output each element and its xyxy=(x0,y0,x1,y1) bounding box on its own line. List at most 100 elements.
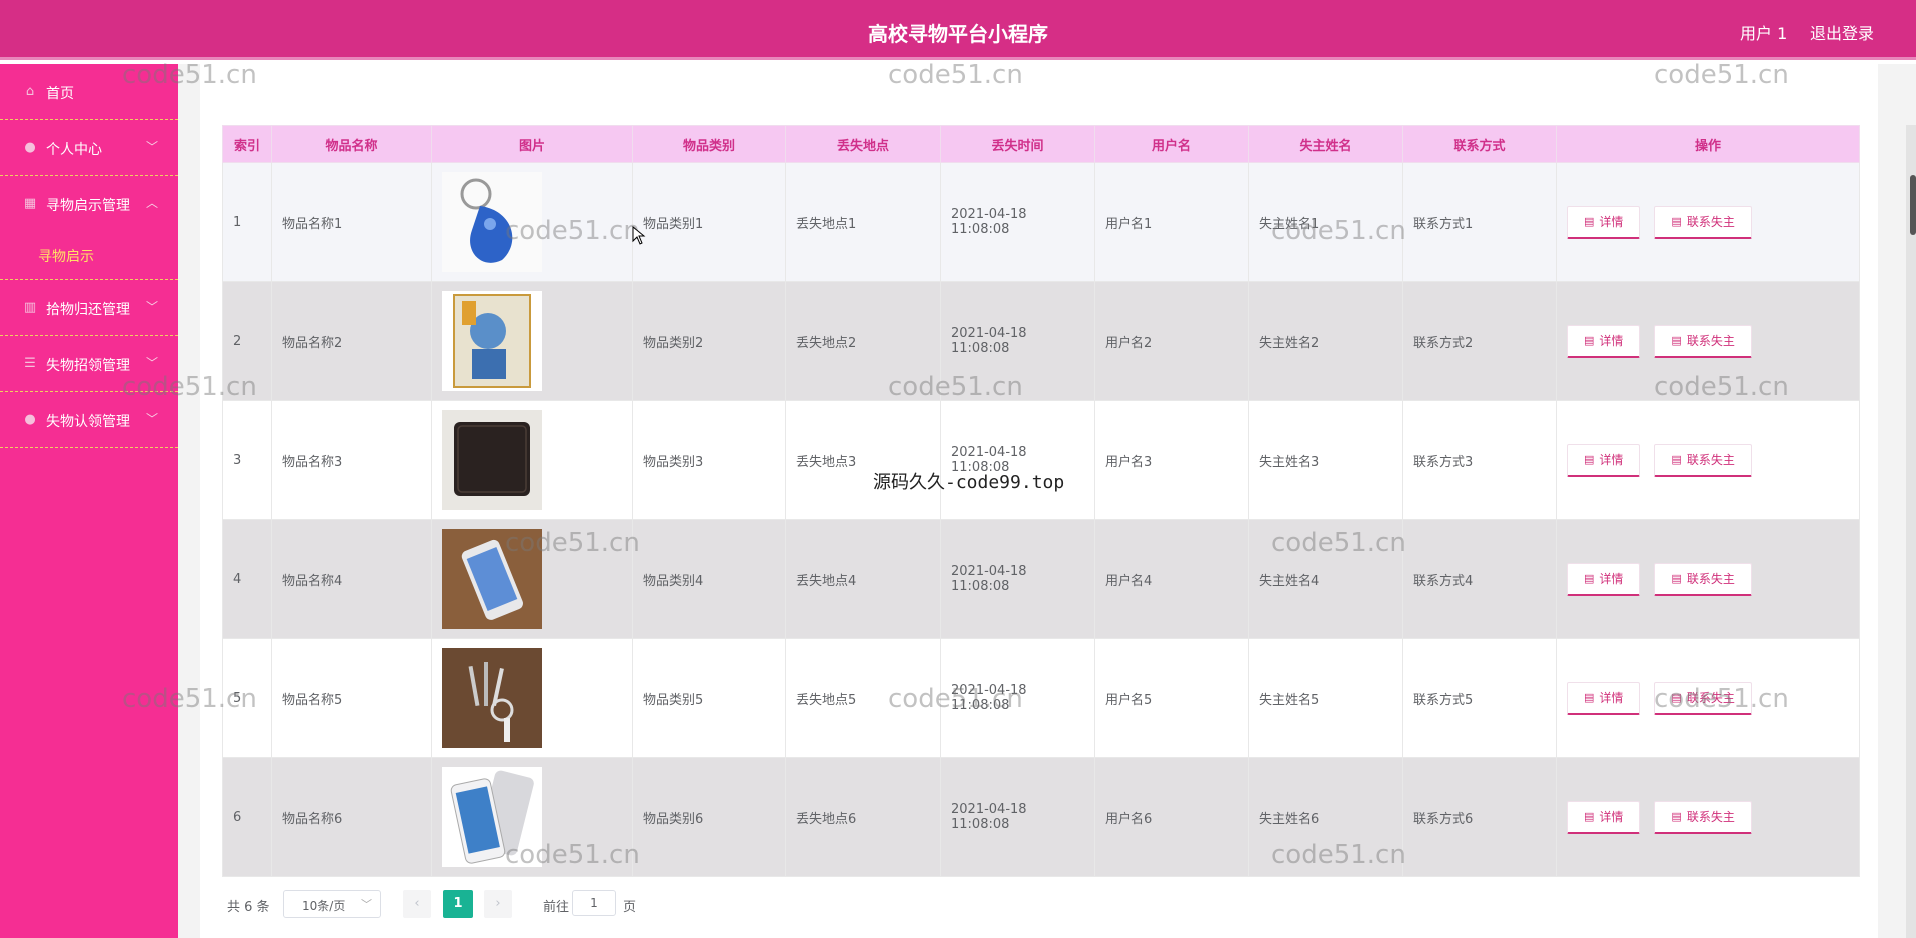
cell-category: 物品类别3 xyxy=(632,400,786,520)
cell-contact: 联系方式5 xyxy=(1402,638,1557,758)
cell-owner: 失主姓名4 xyxy=(1248,519,1403,639)
contact-owner-button-label: 联系失主 xyxy=(1686,572,1735,586)
column-header[interactable]: 物品名称 xyxy=(271,125,432,163)
cell-actions: ▤ 详情 ▤ 联系失主 xyxy=(1556,400,1860,520)
contact-owner-button[interactable]: ▤ 联系失主 xyxy=(1654,681,1752,715)
detail-button[interactable]: ▤ 详情 xyxy=(1567,800,1641,834)
cell-category: 物品类别5 xyxy=(632,638,786,758)
sidebar-item-personal-center[interactable]: ● 个人中心 ﹀ xyxy=(0,120,178,176)
cell-username: 用户名1 xyxy=(1094,162,1249,282)
sidebar-item-lost-found-management[interactable]: ☰ 失物招领管理 ﹀ xyxy=(0,336,178,392)
cell-place: 丢失地点2 xyxy=(785,281,941,401)
table-row[interactable]: 3 物品名称3 物品类别3 丢失地点3 2021-04-18 11:08:08 … xyxy=(222,400,1860,520)
contact-owner-button-label: 联系失主 xyxy=(1686,215,1735,229)
document-icon: ▤ xyxy=(1584,572,1595,585)
cell-image xyxy=(431,281,633,401)
cell-item-name: 物品名称1 xyxy=(271,162,432,282)
document-icon: ▤ xyxy=(1671,334,1682,347)
cell-owner: 失主姓名2 xyxy=(1248,281,1403,401)
page-size-select[interactable]: 10条/页 ﹀ xyxy=(283,890,381,918)
sidebar-item-claim-management[interactable]: ● 失物认领管理 ﹀ xyxy=(0,392,178,448)
column-header[interactable]: 图片 xyxy=(431,125,633,163)
column-header[interactable]: 索引 xyxy=(222,125,272,163)
contact-owner-button[interactable]: ▤ 联系失主 xyxy=(1654,205,1752,239)
scrollbar-track[interactable] xyxy=(1906,125,1916,938)
document-icon: ▤ xyxy=(1671,810,1682,823)
page-number-button[interactable]: 1 xyxy=(443,890,473,918)
cell-place: 丢失地点5 xyxy=(785,638,941,758)
item-image-blue-keyfob[interactable] xyxy=(442,172,542,272)
detail-button[interactable]: ▤ 详情 xyxy=(1567,443,1641,477)
goto-page-input[interactable] xyxy=(572,890,616,916)
next-page-button[interactable]: › xyxy=(484,890,512,918)
item-image-wallet[interactable] xyxy=(442,410,542,510)
column-header[interactable]: 丢失地点 xyxy=(785,125,941,163)
cell-place: 丢失地点3 xyxy=(785,400,941,520)
cell-image xyxy=(431,638,633,758)
detail-button-label: 详情 xyxy=(1599,453,1624,467)
item-image-keys[interactable] xyxy=(442,648,542,748)
item-image-phone-white[interactable] xyxy=(442,767,542,867)
column-header[interactable]: 联系方式 xyxy=(1402,125,1557,163)
cell-item-name: 物品名称5 xyxy=(271,638,432,758)
column-header[interactable]: 物品类别 xyxy=(632,125,786,163)
sidebar-item-found-return-management[interactable]: ▥ 拾物归还管理 ﹀ xyxy=(0,280,178,336)
scrollbar-thumb[interactable] xyxy=(1910,175,1916,235)
sidebar-item-home[interactable]: ⌂ 首页 xyxy=(0,64,178,120)
detail-button[interactable]: ▤ 详情 xyxy=(1567,562,1641,596)
column-header[interactable]: 失主姓名 xyxy=(1248,125,1403,163)
cell-item-name: 物品名称4 xyxy=(271,519,432,639)
cell-image xyxy=(431,162,633,282)
cell-image xyxy=(431,400,633,520)
page-size-value: 10条/页 xyxy=(302,899,346,913)
contact-owner-button[interactable]: ▤ 联系失主 xyxy=(1654,324,1752,358)
user-icon: ● xyxy=(24,412,36,427)
cell-time: 2021-04-18 11:08:08 xyxy=(940,757,1095,877)
current-user: 用户 1 xyxy=(1740,24,1788,43)
cell-actions: ▤ 详情 ▤ 联系失主 xyxy=(1556,519,1860,639)
table-row[interactable]: 6 物品名称6 物品类别6 丢失地点6 2021-04-18 11:08:08 … xyxy=(222,757,1860,877)
table-row[interactable]: 1 物品名称1 物品类别1 丢失地点1 2021-04-18 11:08:08 … xyxy=(222,162,1860,282)
sidebar-item-lost-notice-management[interactable]: ▦ 寻物启示管理 ︿ xyxy=(0,176,178,232)
cell-time: 2021-04-18 11:08:08 xyxy=(940,400,1095,520)
detail-button-label: 详情 xyxy=(1599,215,1624,229)
detail-button[interactable]: ▤ 详情 xyxy=(1567,681,1641,715)
detail-button-label: 详情 xyxy=(1599,334,1624,348)
cell-item-name: 物品名称6 xyxy=(271,757,432,877)
goto-suffix: 页 xyxy=(623,900,637,915)
sidebar-item-label: 拾物归还管理 xyxy=(46,302,130,318)
table-row[interactable]: 5 物品名称5 物品类别5 丢失地点5 2021-04-18 11:08:08 … xyxy=(222,638,1860,758)
cell-item-name: 物品名称3 xyxy=(271,400,432,520)
cell-username: 用户名3 xyxy=(1094,400,1249,520)
detail-button-label: 详情 xyxy=(1599,691,1624,705)
sidebar-subitem-lost-notice[interactable]: 寻物启示 xyxy=(0,230,178,280)
grid-icon: ▦ xyxy=(23,196,37,211)
contact-owner-button-label: 联系失主 xyxy=(1686,453,1735,467)
sidebar-item-label: 个人中心 xyxy=(46,142,102,158)
detail-button[interactable]: ▤ 详情 xyxy=(1567,324,1641,358)
sidebar-item-label: 寻物启示管理 xyxy=(46,198,130,214)
contact-owner-button[interactable]: ▤ 联系失主 xyxy=(1654,562,1752,596)
cell-username: 用户名5 xyxy=(1094,638,1249,758)
cell-actions: ▤ 详情 ▤ 联系失主 xyxy=(1556,757,1860,877)
cell-index: 1 xyxy=(222,162,272,282)
chevron-down-icon: ﹀ xyxy=(361,898,372,911)
table-row[interactable]: 4 物品名称4 物品类别4 丢失地点4 2021-04-18 11:08:08 … xyxy=(222,519,1860,639)
logout-link[interactable]: 退出登录 xyxy=(1810,20,1874,44)
item-image-phone[interactable] xyxy=(442,529,542,629)
cell-actions: ▤ 详情 ▤ 联系失主 xyxy=(1556,162,1860,282)
prev-page-button[interactable]: ‹ xyxy=(403,890,431,918)
document-icon: ▤ xyxy=(1671,572,1682,585)
contact-owner-button[interactable]: ▤ 联系失主 xyxy=(1654,800,1752,834)
cell-contact: 联系方式6 xyxy=(1402,757,1557,877)
contact-owner-button[interactable]: ▤ 联系失主 xyxy=(1654,443,1752,477)
chevron-left-icon: ‹ xyxy=(414,896,420,911)
document-icon: ▤ xyxy=(1584,453,1595,466)
cell-index: 4 xyxy=(222,519,272,639)
table-row[interactable]: 2 物品名称2 物品类别2 丢失地点2 2021-04-18 11:08:08 … xyxy=(222,281,1860,401)
cell-username: 用户名4 xyxy=(1094,519,1249,639)
column-header[interactable]: 用户名 xyxy=(1094,125,1249,163)
column-header[interactable]: 丢失时间 xyxy=(940,125,1095,163)
item-image-book-cover[interactable] xyxy=(442,291,542,391)
detail-button[interactable]: ▤ 详情 xyxy=(1567,205,1641,239)
